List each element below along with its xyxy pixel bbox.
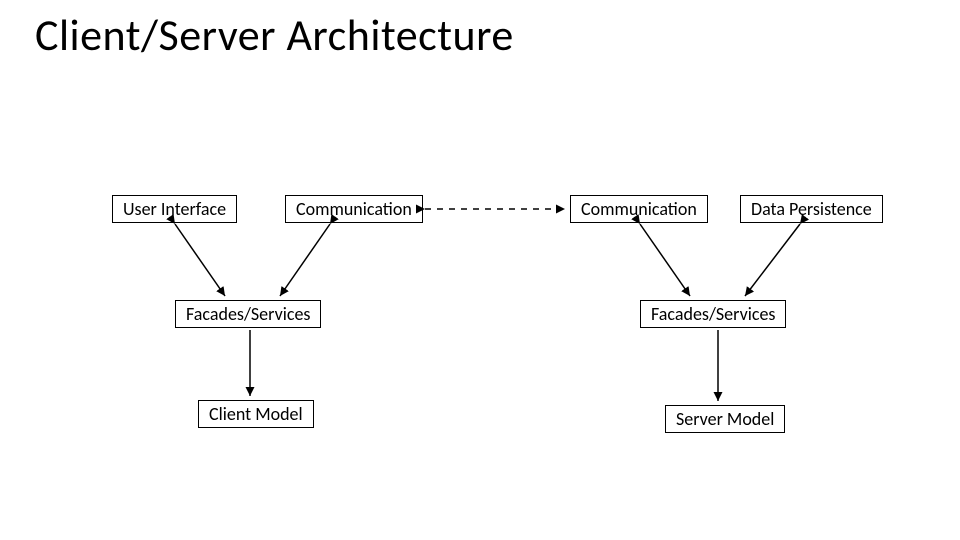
arrow-data-persistence-to-facades-right (745, 224, 800, 296)
box-communication-left: Communication (285, 195, 423, 223)
box-facades-services-left: Facades/Services (175, 300, 321, 328)
arrows-layer (0, 0, 960, 540)
box-communication-right: Communication (570, 195, 708, 223)
box-server-model: Server Model (665, 405, 785, 433)
slide: Client/Server Architecture User Interfac… (0, 0, 960, 540)
box-data-persistence: Data Persistence (740, 195, 883, 223)
arrow-ui-to-facades-left (175, 224, 225, 296)
box-user-interface: User Interface (112, 195, 237, 223)
box-facades-services-right: Facades/Services (640, 300, 786, 328)
box-client-model: Client Model (198, 400, 314, 428)
arrow-comm-left-to-facades-left (280, 224, 330, 296)
arrow-comm-right-to-facades-right (640, 224, 690, 296)
page-title: Client/Server Architecture (35, 8, 514, 62)
